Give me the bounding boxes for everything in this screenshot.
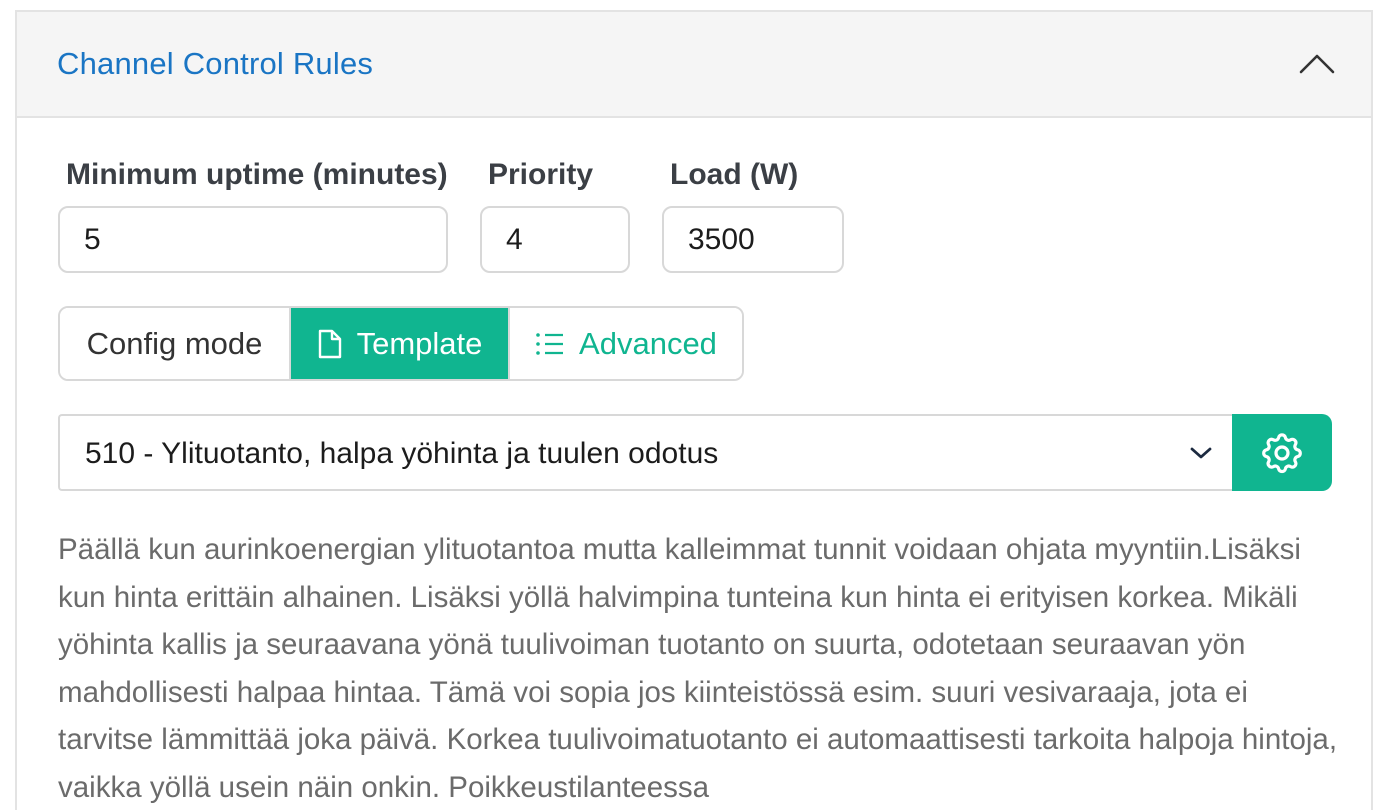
load-input[interactable] <box>662 206 844 273</box>
panel-title: Channel Control Rules <box>57 46 374 81</box>
chevron-up-icon[interactable] <box>1299 50 1335 76</box>
config-mode-toggle: Config mode Template Advanced <box>58 306 744 381</box>
min-uptime-input[interactable] <box>58 206 448 273</box>
template-select-value: 510 - Ylituotanto, halpa yöhinta ja tuul… <box>85 437 719 470</box>
template-description: Päällä kun aurinkoenergian ylituotantoa … <box>58 533 1338 804</box>
priority-label: Priority <box>488 158 594 191</box>
advanced-mode-label: Advanced <box>579 325 717 361</box>
template-select[interactable]: 510 - Ylituotanto, halpa yöhinta ja tuul… <box>58 414 1234 491</box>
template-mode-label: Template <box>356 325 483 361</box>
document-icon <box>318 329 341 358</box>
config-mode-label: Config mode <box>60 308 291 379</box>
priority-input[interactable] <box>480 206 630 273</box>
list-icon <box>536 332 564 355</box>
panel-header[interactable]: Channel Control Rules <box>17 12 1371 118</box>
min-uptime-label: Minimum uptime (minutes) <box>66 158 448 191</box>
gear-icon <box>1262 432 1302 473</box>
load-label: Load (W) <box>670 158 799 191</box>
template-mode-button[interactable]: Template <box>291 308 508 379</box>
advanced-mode-button[interactable]: Advanced <box>508 308 742 379</box>
chevron-down-icon <box>1190 447 1212 459</box>
template-settings-button[interactable] <box>1232 414 1332 491</box>
